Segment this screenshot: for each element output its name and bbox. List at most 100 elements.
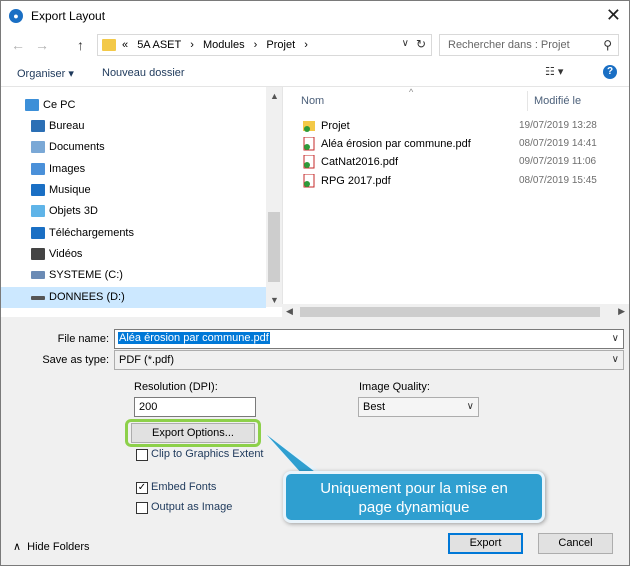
chevron-down-icon[interactable]: ∨: [612, 354, 619, 365]
file-list-scrollbar[interactable]: ◀ ▶: [282, 304, 629, 320]
search-box[interactable]: Rechercher dans : Projet ⚲: [439, 34, 619, 56]
help-icon[interactable]: ?: [603, 65, 617, 79]
callout-line-2: page dynamique: [358, 499, 470, 516]
address-bar[interactable]: « 5A ASET › Modules › Projet › ∨ ↻: [97, 34, 432, 56]
navigation-bar: ← → ↑ « 5A ASET › Modules › Projet › ∨ ↻…: [1, 31, 629, 59]
sidebar-item-label: Téléchargements: [49, 227, 134, 239]
command-toolbar: Organiser ▾ Nouveau dossier ☷ ▾ ?: [1, 59, 629, 87]
scroll-up-icon[interactable]: ▲: [270, 91, 279, 101]
sidebar-item-telechargements[interactable]: Téléchargements: [1, 223, 266, 244]
scroll-right-icon[interactable]: ▶: [618, 306, 625, 317]
title-bar: ● Export Layout ✕: [1, 1, 629, 31]
file-name-label: File name:: [57, 333, 109, 345]
sidebar-item-label: Documents: [49, 141, 105, 153]
breadcrumb-separator: ›: [304, 39, 308, 51]
search-icon[interactable]: ⚲: [603, 38, 612, 52]
sidebar-item-videos[interactable]: Vidéos: [1, 244, 266, 265]
documents-icon: [31, 141, 45, 153]
sidebar-item-donnees[interactable]: DONNEES (D:): [1, 287, 266, 308]
breadcrumb-projet[interactable]: Projet: [266, 39, 295, 51]
output-image-checkbox[interactable]: [136, 502, 148, 514]
embed-fonts-label[interactable]: Embed Fonts: [151, 481, 216, 493]
column-divider[interactable]: [527, 91, 528, 111]
clip-label[interactable]: Clip to Graphics Extent: [151, 448, 264, 460]
hide-folders-button[interactable]: ∧ Hide Folders: [13, 540, 90, 553]
sidebar-item-systeme[interactable]: SYSTEME (C:): [1, 265, 266, 286]
sidebar-item-label: Objets 3D: [49, 205, 98, 217]
resolution-input[interactable]: 200: [134, 397, 256, 417]
breadcrumb-modules[interactable]: Modules: [203, 39, 245, 51]
highlight-box: [125, 419, 261, 447]
breadcrumb-5a-aset[interactable]: 5A ASET: [137, 39, 181, 51]
scrollbar-thumb[interactable]: [268, 212, 280, 282]
up-arrow-icon[interactable]: ↑: [77, 37, 84, 53]
file-row[interactable]: CatNat2016.pdf 09/07/2019 11:06: [301, 153, 626, 171]
music-icon: [31, 184, 45, 196]
sidebar-item-musique[interactable]: Musique: [1, 180, 266, 201]
save-type-select[interactable]: PDF (*.pdf) ∨: [114, 350, 624, 370]
image-quality-label: Image Quality:: [359, 381, 430, 393]
scroll-left-icon[interactable]: ◀: [286, 306, 293, 317]
file-name-value: Aléa érosion par commune.pdf: [118, 332, 270, 344]
sidebar-item-label: Bureau: [49, 120, 85, 132]
sidebar-item-documents[interactable]: Documents: [1, 137, 266, 158]
desktop-icon: [31, 120, 45, 132]
pdf-icon: [303, 174, 315, 188]
app-icon: ●: [9, 9, 23, 23]
save-type-label: Save as type:: [42, 354, 109, 366]
sidebar-item-objets-3d[interactable]: Objets 3D: [1, 201, 266, 222]
folder-icon: [303, 121, 315, 132]
save-type-value: PDF (*.pdf): [119, 354, 175, 366]
file-date: 08/07/2019 15:45: [519, 175, 597, 186]
close-icon[interactable]: ✕: [606, 5, 621, 25]
view-options-icon[interactable]: ☷ ▾: [545, 65, 563, 78]
sidebar-item-bureau[interactable]: Bureau: [1, 116, 266, 137]
file-name: CatNat2016.pdf: [321, 156, 399, 168]
hide-folders-label: Hide Folders: [27, 541, 90, 553]
pdf-icon: [303, 137, 315, 151]
file-name: Projet: [321, 120, 350, 132]
window-title: Export Layout: [31, 9, 106, 23]
output-image-label[interactable]: Output as Image: [151, 501, 232, 513]
export-button[interactable]: Export: [448, 533, 523, 554]
forward-arrow-icon[interactable]: →: [35, 37, 49, 53]
clip-checkbox[interactable]: [136, 449, 148, 461]
3d-objects-icon: [31, 205, 45, 217]
embed-fonts-checkbox[interactable]: ✓: [136, 482, 148, 494]
breadcrumb-separator: ›: [190, 39, 194, 51]
image-quality-value: Best: [363, 401, 386, 413]
file-row[interactable]: RPG 2017.pdf 08/07/2019 15:45: [301, 172, 626, 190]
chevron-down-icon[interactable]: ∨: [612, 333, 619, 344]
file-row[interactable]: Projet 19/07/2019 13:28: [301, 117, 626, 135]
sidebar-item-ce-pc[interactable]: Ce PC: [1, 95, 266, 116]
scroll-down-icon[interactable]: ▼: [270, 295, 279, 305]
file-name-field[interactable]: Aléa érosion par commune.pdf ∨: [114, 329, 624, 349]
chevron-down-icon[interactable]: ∨: [402, 38, 409, 49]
breadcrumb-overflow[interactable]: «: [122, 39, 128, 51]
cancel-button[interactable]: Cancel: [538, 533, 613, 554]
sidebar-item-label: Images: [49, 163, 86, 175]
export-layout-dialog: ● Export Layout ✕ ← → ↑ « 5A ASET › Modu…: [0, 0, 630, 566]
file-list: ^ Nom Modifié le Projet 19/07/2019 13:28…: [282, 87, 629, 307]
pictures-icon: [31, 163, 45, 175]
column-header-name[interactable]: Nom: [301, 95, 324, 107]
file-name: Aléa érosion par commune.pdf: [321, 138, 471, 150]
column-header-date[interactable]: Modifié le: [534, 95, 581, 107]
breadcrumb: « 5A ASET › Modules › Projet ›: [122, 39, 314, 51]
search-placeholder: Rechercher dans : Projet: [448, 39, 570, 51]
file-date: 08/07/2019 14:41: [519, 138, 597, 149]
scrollbar-thumb[interactable]: [300, 307, 600, 317]
navigation-pane: Ce PC Bureau Documents Images Musique Ob…: [1, 87, 282, 317]
image-quality-select[interactable]: Best ∨: [358, 397, 479, 417]
computer-icon: [25, 99, 39, 111]
organize-menu[interactable]: Organiser ▾: [17, 67, 74, 80]
new-folder-button[interactable]: Nouveau dossier: [102, 67, 185, 79]
chevron-down-icon[interactable]: ∨: [467, 401, 474, 412]
back-arrow-icon[interactable]: ←: [11, 37, 25, 53]
sidebar-item-label: Ce PC: [43, 99, 76, 111]
sidebar-scrollbar[interactable]: ▲ ▼: [266, 87, 282, 307]
file-row[interactable]: Aléa érosion par commune.pdf 08/07/2019 …: [301, 135, 626, 153]
sidebar-item-images[interactable]: Images: [1, 159, 266, 180]
refresh-icon[interactable]: ↻: [416, 37, 426, 51]
file-name: RPG 2017.pdf: [321, 175, 391, 187]
